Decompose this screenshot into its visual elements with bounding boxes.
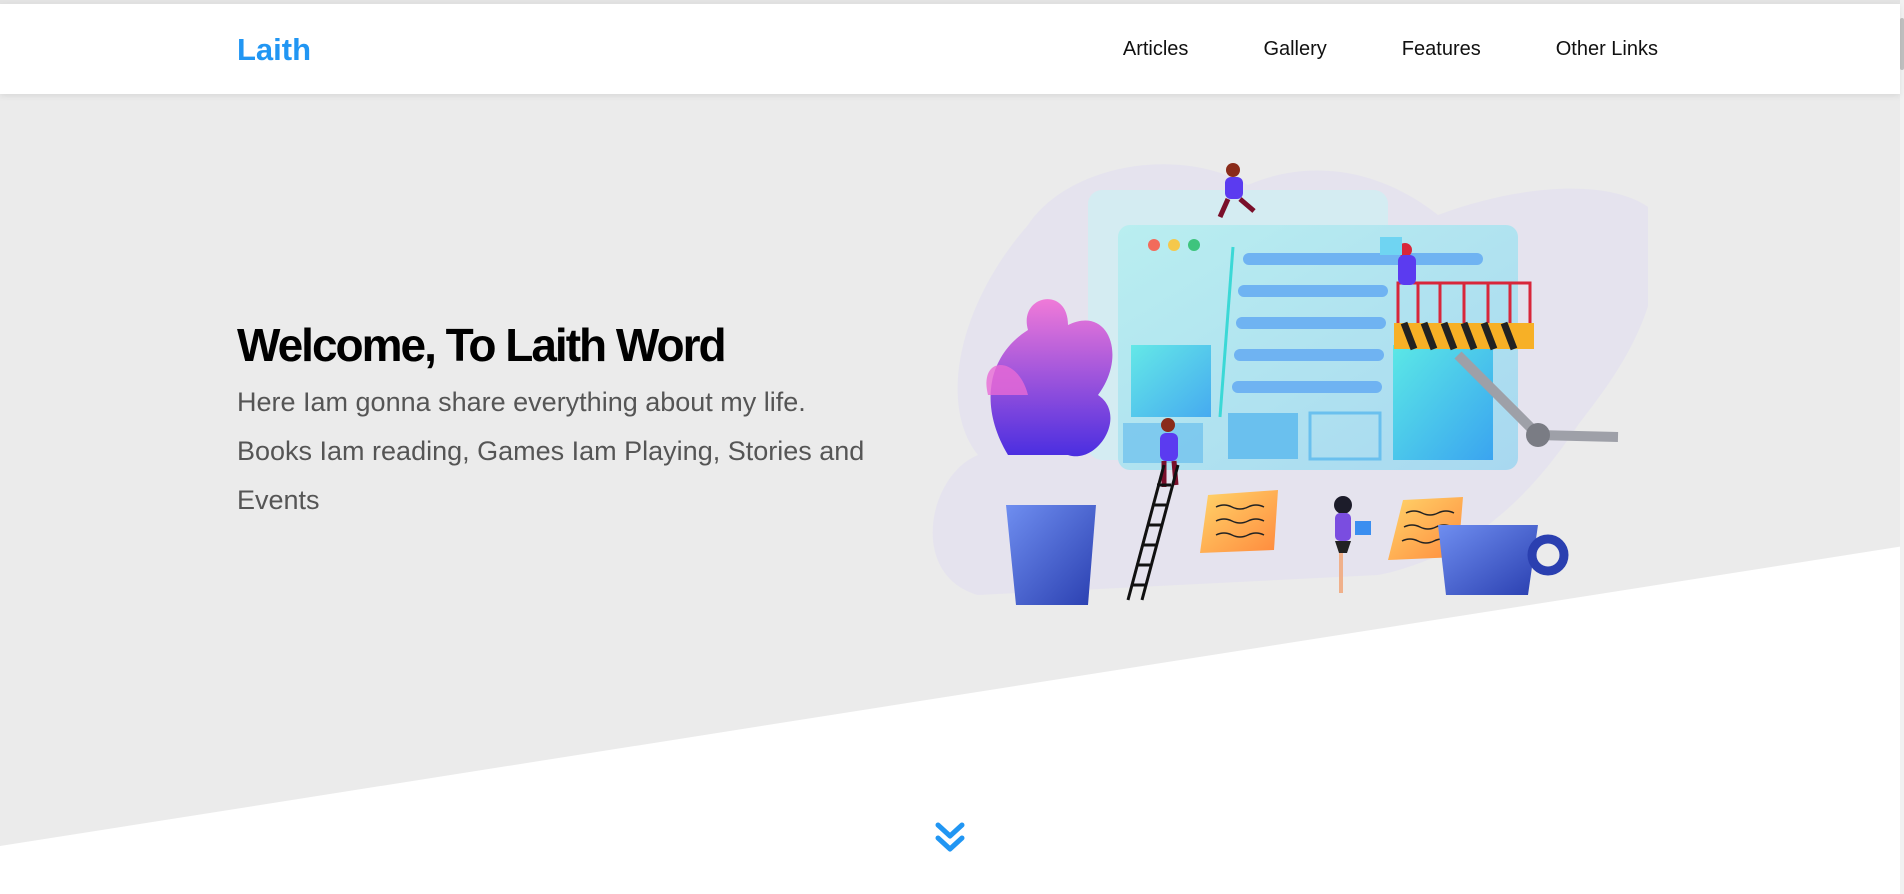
site-header: Laith Articles Gallery Features Other Li… — [0, 4, 1900, 94]
window-dot-red — [1148, 239, 1160, 251]
image-tile — [1131, 345, 1211, 417]
scrollbar-thumb[interactable] — [1900, 18, 1904, 70]
main-nav: Articles Gallery Features Other Links — [1123, 38, 1658, 61]
sticky-note-left — [1200, 490, 1278, 553]
hero-title: Welcome, To Laith Word — [237, 319, 727, 371]
window-dot-yellow — [1168, 239, 1180, 251]
hero-illustration — [932, 163, 1648, 605]
nav-link-features[interactable]: Features — [1402, 38, 1481, 61]
double-chevron-down-icon[interactable] — [930, 818, 970, 858]
nav-link-other-links[interactable]: Other Links — [1556, 38, 1658, 61]
nav-link-gallery[interactable]: Gallery — [1263, 38, 1326, 61]
page-scrollbar[interactable] — [1900, 0, 1904, 894]
nav-link-articles[interactable]: Articles — [1123, 38, 1189, 61]
coffee-mug — [1438, 525, 1569, 595]
site-logo[interactable]: Laith — [237, 32, 311, 68]
window-dot-green — [1188, 239, 1200, 251]
hero-description: Here Iam gonna share everything about my… — [237, 387, 865, 515]
